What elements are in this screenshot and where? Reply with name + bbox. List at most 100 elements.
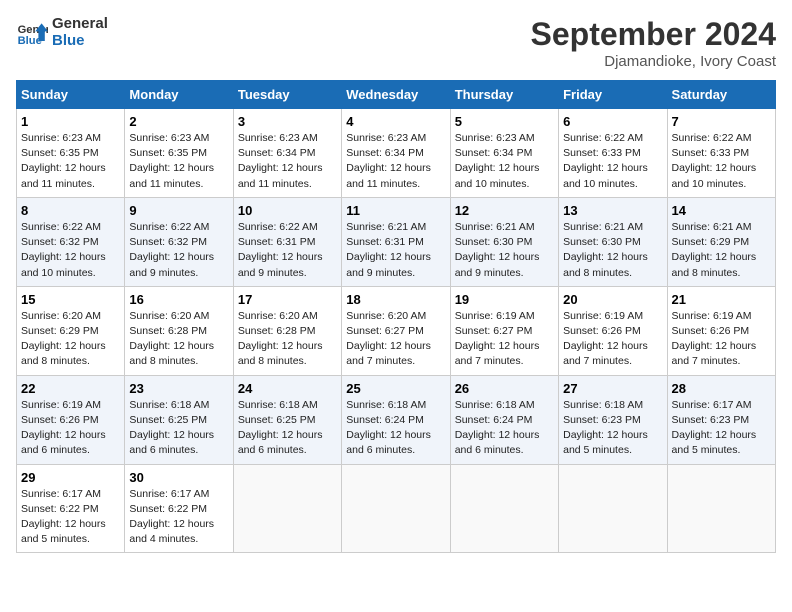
day-number: 17 — [238, 292, 337, 307]
logo: General Blue General Blue — [16, 16, 108, 49]
day-info: Sunrise: 6:23 AM Sunset: 6:35 PM Dayligh… — [21, 131, 120, 192]
day-number: 2 — [129, 114, 228, 129]
calendar-cell: 1 Sunrise: 6:23 AM Sunset: 6:35 PM Dayli… — [17, 109, 125, 198]
day-info: Sunrise: 6:17 AM Sunset: 6:23 PM Dayligh… — [672, 398, 771, 459]
calendar-cell — [667, 464, 775, 553]
calendar-cell — [450, 464, 558, 553]
calendar-cell: 19 Sunrise: 6:19 AM Sunset: 6:27 PM Dayl… — [450, 286, 558, 375]
calendar-week-1: 1 Sunrise: 6:23 AM Sunset: 6:35 PM Dayli… — [17, 109, 776, 198]
day-number: 20 — [563, 292, 662, 307]
calendar-cell — [233, 464, 341, 553]
calendar-cell: 13 Sunrise: 6:21 AM Sunset: 6:30 PM Dayl… — [559, 197, 667, 286]
weekday-header-monday: Monday — [125, 81, 233, 109]
day-info: Sunrise: 6:22 AM Sunset: 6:31 PM Dayligh… — [238, 220, 337, 281]
calendar-week-3: 15 Sunrise: 6:20 AM Sunset: 6:29 PM Dayl… — [17, 286, 776, 375]
day-info: Sunrise: 6:22 AM Sunset: 6:33 PM Dayligh… — [672, 131, 771, 192]
calendar-cell: 10 Sunrise: 6:22 AM Sunset: 6:31 PM Dayl… — [233, 197, 341, 286]
logo-icon: General Blue — [16, 17, 48, 49]
day-info: Sunrise: 6:23 AM Sunset: 6:34 PM Dayligh… — [346, 131, 445, 192]
weekday-header-thursday: Thursday — [450, 81, 558, 109]
weekday-header-tuesday: Tuesday — [233, 81, 341, 109]
calendar-cell: 18 Sunrise: 6:20 AM Sunset: 6:27 PM Dayl… — [342, 286, 450, 375]
day-info: Sunrise: 6:20 AM Sunset: 6:27 PM Dayligh… — [346, 309, 445, 370]
day-number: 27 — [563, 381, 662, 396]
day-info: Sunrise: 6:18 AM Sunset: 6:25 PM Dayligh… — [129, 398, 228, 459]
day-info: Sunrise: 6:20 AM Sunset: 6:28 PM Dayligh… — [238, 309, 337, 370]
calendar-cell: 26 Sunrise: 6:18 AM Sunset: 6:24 PM Dayl… — [450, 375, 558, 464]
calendar-cell: 30 Sunrise: 6:17 AM Sunset: 6:22 PM Dayl… — [125, 464, 233, 553]
day-number: 21 — [672, 292, 771, 307]
day-number: 4 — [346, 114, 445, 129]
calendar-cell: 25 Sunrise: 6:18 AM Sunset: 6:24 PM Dayl… — [342, 375, 450, 464]
day-number: 6 — [563, 114, 662, 129]
calendar-cell — [559, 464, 667, 553]
day-number: 11 — [346, 203, 445, 218]
day-number: 29 — [21, 470, 120, 485]
day-info: Sunrise: 6:20 AM Sunset: 6:28 PM Dayligh… — [129, 309, 228, 370]
day-info: Sunrise: 6:19 AM Sunset: 6:26 PM Dayligh… — [672, 309, 771, 370]
svg-text:Blue: Blue — [18, 35, 42, 47]
day-info: Sunrise: 6:17 AM Sunset: 6:22 PM Dayligh… — [129, 487, 228, 548]
day-number: 16 — [129, 292, 228, 307]
weekday-header-saturday: Saturday — [667, 81, 775, 109]
calendar-cell: 8 Sunrise: 6:22 AM Sunset: 6:32 PM Dayli… — [17, 197, 125, 286]
calendar-header-row: SundayMondayTuesdayWednesdayThursdayFrid… — [17, 81, 776, 109]
calendar-cell: 22 Sunrise: 6:19 AM Sunset: 6:26 PM Dayl… — [17, 375, 125, 464]
calendar-cell: 5 Sunrise: 6:23 AM Sunset: 6:34 PM Dayli… — [450, 109, 558, 198]
day-number: 7 — [672, 114, 771, 129]
day-number: 5 — [455, 114, 554, 129]
day-number: 24 — [238, 381, 337, 396]
day-number: 10 — [238, 203, 337, 218]
day-number: 18 — [346, 292, 445, 307]
day-number: 3 — [238, 114, 337, 129]
day-info: Sunrise: 6:19 AM Sunset: 6:26 PM Dayligh… — [563, 309, 662, 370]
calendar-cell: 23 Sunrise: 6:18 AM Sunset: 6:25 PM Dayl… — [125, 375, 233, 464]
calendar-cell: 12 Sunrise: 6:21 AM Sunset: 6:30 PM Dayl… — [450, 197, 558, 286]
logo-line2: Blue — [52, 33, 108, 50]
day-number: 8 — [21, 203, 120, 218]
day-info: Sunrise: 6:18 AM Sunset: 6:23 PM Dayligh… — [563, 398, 662, 459]
day-number: 25 — [346, 381, 445, 396]
day-number: 1 — [21, 114, 120, 129]
calendar-cell: 9 Sunrise: 6:22 AM Sunset: 6:32 PM Dayli… — [125, 197, 233, 286]
calendar-cell: 14 Sunrise: 6:21 AM Sunset: 6:29 PM Dayl… — [667, 197, 775, 286]
calendar-cell: 2 Sunrise: 6:23 AM Sunset: 6:35 PM Dayli… — [125, 109, 233, 198]
day-info: Sunrise: 6:22 AM Sunset: 6:32 PM Dayligh… — [129, 220, 228, 281]
day-info: Sunrise: 6:21 AM Sunset: 6:30 PM Dayligh… — [455, 220, 554, 281]
day-info: Sunrise: 6:18 AM Sunset: 6:24 PM Dayligh… — [455, 398, 554, 459]
calendar-week-5: 29 Sunrise: 6:17 AM Sunset: 6:22 PM Dayl… — [17, 464, 776, 553]
calendar-cell: 17 Sunrise: 6:20 AM Sunset: 6:28 PM Dayl… — [233, 286, 341, 375]
day-number: 23 — [129, 381, 228, 396]
calendar-cell: 21 Sunrise: 6:19 AM Sunset: 6:26 PM Dayl… — [667, 286, 775, 375]
page-header: General Blue General Blue September 2024… — [16, 16, 776, 70]
calendar-week-2: 8 Sunrise: 6:22 AM Sunset: 6:32 PM Dayli… — [17, 197, 776, 286]
calendar-cell: 6 Sunrise: 6:22 AM Sunset: 6:33 PM Dayli… — [559, 109, 667, 198]
day-number: 14 — [672, 203, 771, 218]
day-number: 22 — [21, 381, 120, 396]
day-info: Sunrise: 6:23 AM Sunset: 6:34 PM Dayligh… — [238, 131, 337, 192]
day-info: Sunrise: 6:22 AM Sunset: 6:32 PM Dayligh… — [21, 220, 120, 281]
logo-line1: General — [52, 16, 108, 33]
calendar-cell: 3 Sunrise: 6:23 AM Sunset: 6:34 PM Dayli… — [233, 109, 341, 198]
calendar-cell: 7 Sunrise: 6:22 AM Sunset: 6:33 PM Dayli… — [667, 109, 775, 198]
day-info: Sunrise: 6:17 AM Sunset: 6:22 PM Dayligh… — [21, 487, 120, 548]
day-info: Sunrise: 6:23 AM Sunset: 6:34 PM Dayligh… — [455, 131, 554, 192]
calendar-cell: 28 Sunrise: 6:17 AM Sunset: 6:23 PM Dayl… — [667, 375, 775, 464]
calendar-cell: 11 Sunrise: 6:21 AM Sunset: 6:31 PM Dayl… — [342, 197, 450, 286]
day-info: Sunrise: 6:21 AM Sunset: 6:30 PM Dayligh… — [563, 220, 662, 281]
calendar-cell: 4 Sunrise: 6:23 AM Sunset: 6:34 PM Dayli… — [342, 109, 450, 198]
day-info: Sunrise: 6:18 AM Sunset: 6:24 PM Dayligh… — [346, 398, 445, 459]
day-number: 26 — [455, 381, 554, 396]
day-info: Sunrise: 6:19 AM Sunset: 6:27 PM Dayligh… — [455, 309, 554, 370]
calendar-cell: 27 Sunrise: 6:18 AM Sunset: 6:23 PM Dayl… — [559, 375, 667, 464]
day-info: Sunrise: 6:19 AM Sunset: 6:26 PM Dayligh… — [21, 398, 120, 459]
calendar-cell: 24 Sunrise: 6:18 AM Sunset: 6:25 PM Dayl… — [233, 375, 341, 464]
calendar-cell: 29 Sunrise: 6:17 AM Sunset: 6:22 PM Dayl… — [17, 464, 125, 553]
day-number: 12 — [455, 203, 554, 218]
calendar-cell — [342, 464, 450, 553]
day-info: Sunrise: 6:20 AM Sunset: 6:29 PM Dayligh… — [21, 309, 120, 370]
calendar-cell: 15 Sunrise: 6:20 AM Sunset: 6:29 PM Dayl… — [17, 286, 125, 375]
day-number: 30 — [129, 470, 228, 485]
day-number: 28 — [672, 381, 771, 396]
day-info: Sunrise: 6:22 AM Sunset: 6:33 PM Dayligh… — [563, 131, 662, 192]
